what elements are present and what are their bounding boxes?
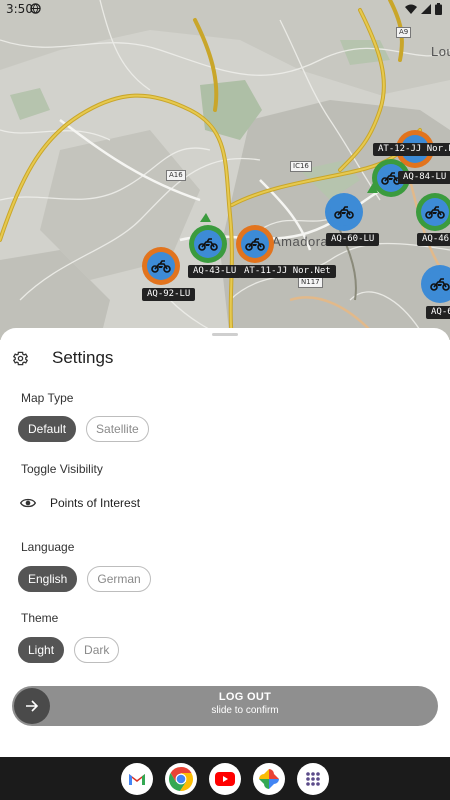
place-label-amadora: Amadora [272,234,329,249]
sheet-drag-handle[interactable] [212,333,238,336]
toggle-visibility-label: Toggle Visibility [21,462,103,476]
status-bar: 3:50 [0,0,450,18]
vehicle-marker[interactable] [189,225,227,263]
sheet-header: Settings [12,346,113,370]
slider-text: LOG OUT slide to confirm [52,691,438,716]
vpn-icon [30,3,41,14]
photos-icon[interactable] [253,762,285,795]
vehicle-plate-label: AQ-43-LU [188,265,242,278]
signal-icon [421,4,431,14]
language-label: Language [21,540,75,554]
vehicle-marker[interactable] [416,193,450,231]
chip-english[interactable]: English [18,566,78,592]
map-type-label: Map Type [21,391,74,405]
theme-label: Theme [21,611,59,625]
battery-icon [435,3,442,15]
road-shield-ic16: IC16 [290,161,312,172]
status-time: 3:50 [6,2,33,16]
road-shield-n117: N117 [298,277,323,288]
chip-light[interactable]: Light [18,637,65,663]
app-dock [0,757,450,800]
vehicle-plate-label: AQ-84-LU [398,171,450,184]
language-chips: English German [18,566,151,592]
youtube-icon[interactable] [209,762,241,795]
poi-toggle[interactable]: Points of Interest [20,496,140,510]
map-view[interactable]: Amadora Lou A9 A16 IC16 N117 AT-12-JJ No… [0,0,450,340]
gmail-icon[interactable] [121,762,153,795]
map-type-chips: Default Satellite [18,416,149,442]
motorcycle-icon [426,270,450,298]
settings-sheet: Settings Map Type Default Satellite Togg… [0,328,450,758]
road-shield-a9: A9 [396,27,412,38]
arrow-right-icon [26,700,39,712]
eye-icon [20,498,36,508]
place-label-loures: Lou [431,44,450,59]
settings-title: Settings [52,348,114,367]
vehicle-marker[interactable] [142,247,180,285]
vehicle-plate-label: AQ-60-LU [326,233,380,246]
chip-default[interactable]: Default [18,416,77,442]
motorcycle-icon [241,230,269,258]
motorcycle-icon [421,198,449,226]
theme-chips: Light Dark [18,637,120,663]
motorcycle-icon [147,252,175,280]
chrome-icon[interactable] [165,762,197,795]
motorcycle-icon [330,198,358,226]
vehicle-marker[interactable] [236,225,274,263]
motorcycle-icon [194,230,222,258]
vehicle-plate-label: AQ-6 [426,306,450,319]
logout-label: LOG OUT [218,691,272,703]
wifi-icon [405,4,417,14]
chip-german[interactable]: German [87,566,151,592]
vehicle-marker[interactable] [325,193,363,231]
vehicle-plate-label: AT-11-JJ Nor.Net [239,265,336,278]
chip-satellite[interactable]: Satellite [86,416,149,442]
logout-slider[interactable]: LOG OUT slide to confirm [12,686,438,726]
gear-icon [12,351,29,365]
vehicle-plate-label: AQ-46 [417,233,450,246]
poi-label: Points of Interest [50,496,141,510]
app-drawer-icon[interactable] [297,762,329,795]
vehicle-plate-label: AT-12-JJ Nor.Net [373,143,450,156]
chip-dark[interactable]: Dark [74,637,120,663]
logout-hint: slide to confirm [211,705,279,716]
slider-knob[interactable] [14,688,50,724]
road-shield-a16: A16 [166,170,186,181]
vehicle-plate-label: AQ-92-LU [142,288,196,301]
